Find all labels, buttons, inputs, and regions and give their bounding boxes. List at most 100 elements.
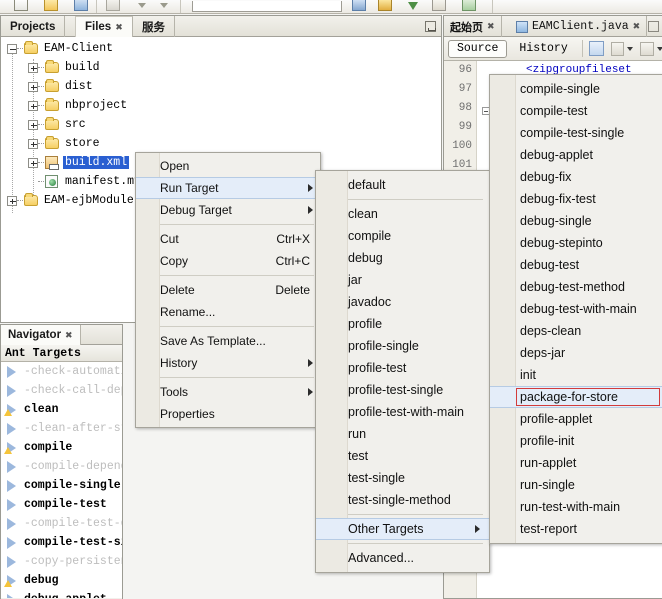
menu-item-deps-jar[interactable]: deps-jar (490, 342, 662, 364)
source-view-button[interactable]: Source (448, 40, 507, 58)
refactor-icon[interactable] (589, 41, 604, 56)
menu-item-debug-stepinto[interactable]: debug-stepinto (490, 232, 662, 254)
profile-project-icon[interactable] (462, 0, 476, 11)
menu-item-compile-single[interactable]: compile-single (490, 78, 662, 100)
menu-item-debug[interactable]: debug (316, 247, 489, 269)
context-menu[interactable]: Open Run Target Debug Target Cut Ctrl+X … (135, 152, 321, 428)
menu-item-profile-test-single[interactable]: profile-test-single (316, 379, 489, 401)
tree-node-build-xml[interactable]: build.xml (28, 153, 129, 172)
menu-item-debug-target[interactable]: Debug Target (136, 199, 320, 221)
expand-icon[interactable] (28, 158, 38, 168)
collapse-icon[interactable] (7, 44, 17, 54)
list-item[interactable]: compile (1, 438, 72, 457)
menu-item-test[interactable]: test (316, 445, 489, 467)
menu-item-debug-fix[interactable]: debug-fix (490, 166, 662, 188)
menu-item-profile-init[interactable]: profile-init (490, 430, 662, 452)
menu-item-other-targets[interactable]: Other Targets (316, 518, 489, 540)
build-project-icon[interactable] (352, 0, 366, 11)
menu-item-debug-fix-test[interactable]: debug-fix-test (490, 188, 662, 210)
menu-item-profile-applet[interactable]: profile-applet (490, 408, 662, 430)
menu-item-compile[interactable]: compile (316, 225, 489, 247)
tab-services[interactable]: 服务 (133, 16, 175, 37)
list-item[interactable]: debug-applet (1, 590, 107, 598)
expand-icon[interactable] (28, 139, 38, 149)
prev-bookmark-icon[interactable] (611, 42, 625, 56)
chevron-down-icon-2[interactable] (657, 47, 662, 51)
list-item[interactable]: -clean-after-start (1, 419, 122, 438)
menu-item-delete[interactable]: Delete Delete (136, 279, 320, 301)
menu-item-profile-single[interactable]: profile-single (316, 335, 489, 357)
list-item[interactable]: -check-call-dep (1, 381, 122, 400)
close-icon[interactable]: ✖ (487, 22, 495, 32)
menu-item-test-report[interactable]: test-report (490, 518, 662, 540)
open-project-icon[interactable] (44, 0, 58, 11)
chevron-down-icon[interactable] (627, 47, 633, 51)
menu-item-properties[interactable]: Properties (136, 403, 320, 425)
expand-icon[interactable] (28, 101, 38, 111)
tree-node-build[interactable]: build (28, 58, 102, 77)
close-icon[interactable]: ✖ (633, 22, 641, 32)
undo-icon[interactable] (138, 3, 146, 8)
tree-node-store[interactable]: store (28, 134, 102, 153)
tab-projects[interactable]: Projects (1, 16, 65, 37)
expand-icon[interactable] (28, 82, 38, 92)
debug-project-icon[interactable] (432, 0, 446, 11)
history-view-button[interactable]: History (511, 40, 575, 58)
menu-item-debug-test-with-main[interactable]: debug-test-with-main (490, 298, 662, 320)
list-item[interactable]: clean (1, 400, 59, 419)
ant-targets-list[interactable]: -check-automatic-build -check-call-dep c… (1, 362, 122, 598)
list-item[interactable]: compile-single (1, 476, 121, 495)
menu-item-default[interactable]: default (316, 174, 489, 196)
menu-item-compile-test[interactable]: compile-test (490, 100, 662, 122)
menu-item-test-single-method[interactable]: test-single-method (316, 489, 489, 511)
menu-item-compile-test-single[interactable]: compile-test-single (490, 122, 662, 144)
expand-icon[interactable] (28, 63, 38, 73)
expand-icon[interactable] (28, 120, 38, 130)
tree-node-eam-ejbmodule[interactable]: EAM-ejbModule (7, 191, 136, 210)
list-item[interactable]: -compile-depend (1, 457, 122, 476)
list-item[interactable]: debug (1, 571, 59, 590)
menu-item-debug-applet[interactable]: debug-applet (490, 144, 662, 166)
menu-item-rename[interactable]: Rename... (136, 301, 320, 323)
tree-node-src[interactable]: src (28, 115, 88, 134)
menu-item-cut[interactable]: Cut Ctrl+X (136, 228, 320, 250)
menu-item-debug-test-method[interactable]: debug-test-method (490, 276, 662, 298)
tab-overflow-button[interactable] (645, 16, 662, 37)
menu-item-debug-test[interactable]: debug-test (490, 254, 662, 276)
menu-item-copy[interactable]: Copy Ctrl+C (136, 250, 320, 272)
tree-node-manifest-mf[interactable]: manifest.mf (28, 172, 143, 191)
menu-item-deps-clean[interactable]: deps-clean (490, 320, 662, 342)
close-icon[interactable]: ✖ (65, 330, 73, 341)
menu-item-debug-single[interactable]: debug-single (490, 210, 662, 232)
menu-item-run-test-with-main[interactable]: run-test-with-main (490, 496, 662, 518)
run-project-icon[interactable] (408, 2, 418, 10)
menu-item-advanced[interactable]: Advanced... (316, 547, 489, 569)
menu-item-run-applet[interactable]: run-applet (490, 452, 662, 474)
open-file-icon[interactable] (74, 0, 88, 11)
tab-files[interactable]: Files ✖ (75, 16, 133, 37)
menu-item-save-as-template[interactable]: Save As Template... (136, 330, 320, 352)
menu-item-run[interactable]: run (316, 423, 489, 445)
menu-item-init[interactable]: init (490, 364, 662, 386)
other-targets-submenu[interactable]: compile-single compile-test compile-test… (489, 74, 662, 544)
menu-item-history[interactable]: History (136, 352, 320, 374)
list-item[interactable]: compile-test-single (1, 533, 122, 552)
tree-node-nbproject[interactable]: nbproject (28, 96, 129, 115)
menu-item-profile[interactable]: profile (316, 313, 489, 335)
menu-item-clean[interactable]: clean (316, 203, 489, 225)
configuration-combo[interactable] (192, 1, 342, 12)
menu-item-run-single[interactable]: run-single (490, 474, 662, 496)
menu-item-run-target[interactable]: Run Target (136, 177, 320, 199)
next-bookmark-icon[interactable] (640, 42, 654, 56)
list-item[interactable]: -compile-test-depend (1, 514, 122, 533)
menu-item-package-for-store[interactable]: package-for-store (490, 386, 662, 408)
tab-navigator[interactable]: Navigator ✖ (1, 325, 81, 345)
menu-item-jar[interactable]: jar (316, 269, 489, 291)
new-file-icon[interactable] (14, 0, 28, 11)
expand-icon[interactable] (7, 196, 17, 206)
tree-node-eam-client[interactable]: EAM-Client (7, 39, 115, 58)
list-item[interactable]: compile-test (1, 495, 107, 514)
clean-build-icon[interactable] (378, 0, 392, 11)
minimize-icon[interactable] (425, 21, 436, 32)
menu-item-test-single[interactable]: test-single (316, 467, 489, 489)
